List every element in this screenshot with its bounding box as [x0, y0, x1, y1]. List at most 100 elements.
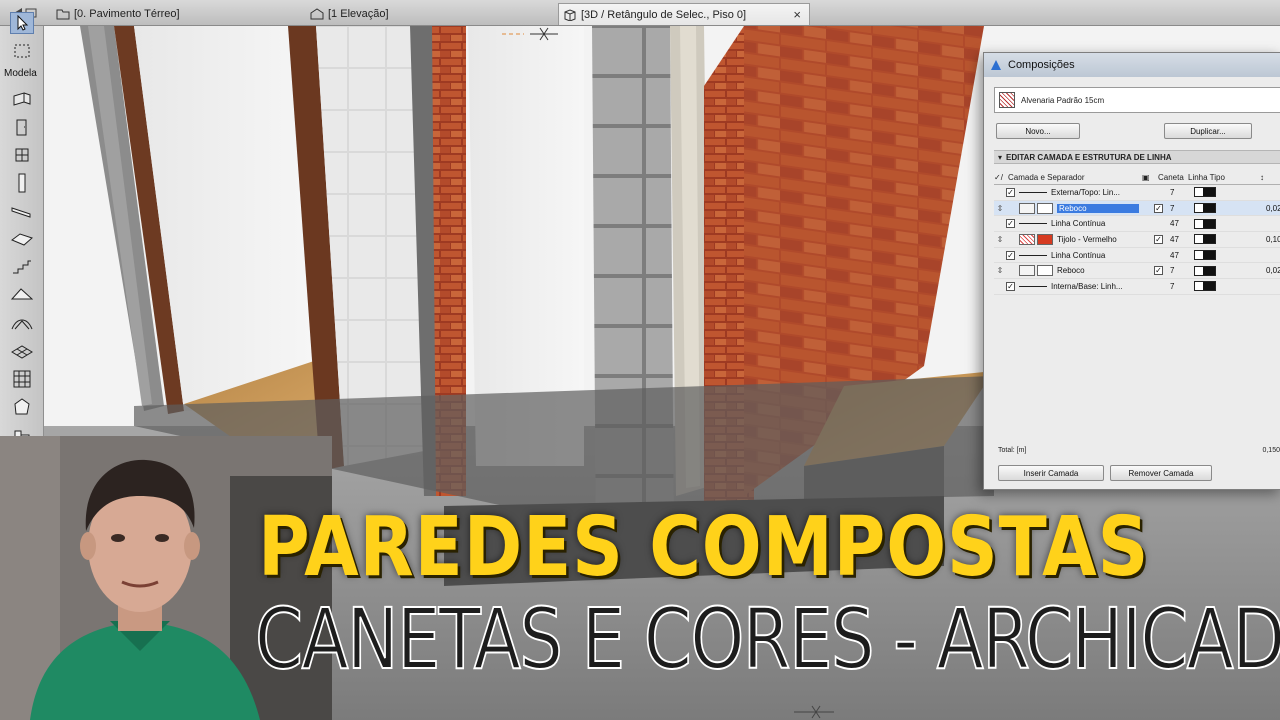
- layer-visible-checkbox[interactable]: ✓: [1006, 187, 1015, 197]
- insert-layer-button[interactable]: Inserir Camada: [998, 465, 1104, 481]
- line-type-swatch[interactable]: [1194, 265, 1216, 276]
- layer-thickness[interactable]: 0,025: [1266, 204, 1280, 213]
- layer-pen[interactable]: 47: [1170, 235, 1179, 244]
- color-swatch[interactable]: [1037, 265, 1053, 277]
- fill-swatch[interactable]: [1019, 202, 1035, 214]
- roof-tool-icon[interactable]: [10, 284, 34, 306]
- tab-elevation-label: [1 Elevação]: [328, 8, 389, 20]
- curtain-wall-tool-icon[interactable]: [10, 368, 34, 390]
- layer-row[interactable]: ✓ Linha Contínua 47: [994, 216, 1280, 233]
- layer-visible-checkbox[interactable]: ✓: [1006, 250, 1015, 260]
- layer-pen-checkbox[interactable]: ✓: [1154, 234, 1163, 244]
- new-button[interactable]: Novo...: [996, 123, 1080, 139]
- shell-tool-icon[interactable]: [10, 312, 34, 334]
- layer-pen-checkbox[interactable]: ✓: [1154, 266, 1163, 276]
- visibility-column-icon: ✓/: [994, 173, 1003, 182]
- fill-swatch[interactable]: [1019, 233, 1035, 245]
- layer-row[interactable]: ⇕ Tijolo - Vermelho ✓ 47 0,100: [994, 232, 1280, 248]
- total-thickness-value: 0,150: [1262, 447, 1280, 454]
- layer-row[interactable]: ⇕ Reboco ✓ 7 0,025: [994, 263, 1280, 280]
- line-type-swatch[interactable]: [1194, 187, 1216, 198]
- layer-pen[interactable]: 47: [1170, 251, 1179, 260]
- layer-name: Tijolo - Vermelho: [1057, 234, 1117, 244]
- composite-name: Alvenaria Padrão 15cm: [1021, 95, 1105, 105]
- marquee-tool-icon[interactable]: [10, 40, 34, 62]
- video-subtitle: CANETAS E CORES - ARCHICAD: [254, 589, 1280, 689]
- thickness-column-icon: ↕: [1260, 173, 1264, 182]
- separator-line-icon: [1019, 285, 1047, 287]
- column-header-layer: Camada e Separador: [1008, 173, 1085, 182]
- column-tool-icon[interactable]: [10, 172, 34, 194]
- composite-hatch-swatch: [999, 92, 1015, 108]
- tab-floor-plan[interactable]: [0. Pavimento Térreo]: [52, 3, 300, 25]
- fill-swatch[interactable]: [1019, 265, 1035, 277]
- dialog-titlebar[interactable]: Composições: [984, 53, 1280, 77]
- line-type-swatch[interactable]: [1194, 250, 1216, 261]
- tab-3d-view-label: [3D / Retângulo de Selec., Piso 0]: [581, 8, 747, 21]
- line-type-swatch[interactable]: [1194, 203, 1216, 214]
- pen-column-icon: ▣: [1142, 173, 1150, 182]
- layer-thickness[interactable]: 0,025: [1266, 266, 1280, 275]
- window-tool-icon[interactable]: [10, 144, 34, 166]
- drag-handle-icon[interactable]: ⇕: [994, 235, 1006, 244]
- floor-plan-icon: [56, 9, 70, 20]
- separator-line-icon: [1019, 191, 1047, 193]
- layer-thickness[interactable]: 0,100: [1266, 235, 1280, 244]
- morph-tool-icon[interactable]: [10, 396, 34, 418]
- layer-visible-checkbox[interactable]: ✓: [1006, 219, 1015, 229]
- layer-name: Reboco: [1057, 203, 1139, 213]
- color-swatch[interactable]: [1037, 202, 1053, 214]
- mesh-tool-icon[interactable]: [10, 340, 34, 362]
- layer-pen[interactable]: 7: [1170, 204, 1174, 213]
- video-title: PAREDES COMPOSTAS: [258, 500, 1150, 595]
- layer-row[interactable]: ⇕ Reboco ✓ 7 0,025: [994, 200, 1280, 217]
- archicad-app-icon: [991, 60, 1001, 70]
- dialog-title: Composições: [1008, 59, 1075, 71]
- color-swatch[interactable]: [1037, 233, 1053, 245]
- 3d-view-icon: [564, 8, 576, 21]
- layer-name: Reboco: [1057, 266, 1085, 276]
- separator-line-icon: [1019, 254, 1047, 256]
- separator-line-icon: [1019, 223, 1047, 225]
- compositions-dialog: Composições Alvenaria Padrão 15cm Novo..…: [983, 52, 1280, 490]
- line-type-swatch[interactable]: [1194, 218, 1216, 229]
- layer-section-header[interactable]: ▾ EDITAR CAMADA E ESTRUTURA DE LINHA: [994, 150, 1280, 164]
- toolbox-section-label: Modela: [4, 68, 37, 79]
- wall-tool-icon[interactable]: [10, 88, 34, 110]
- layer-pen[interactable]: 7: [1170, 282, 1174, 291]
- stair-tool-icon[interactable]: [10, 256, 34, 278]
- layer-name: Interna/Base: Linh...: [1051, 281, 1123, 291]
- drag-handle-icon[interactable]: ⇕: [994, 204, 1006, 213]
- layer-table: ✓/ Camada e Separador ▣ Caneta Linha Tip…: [994, 171, 1280, 295]
- layer-pen[interactable]: 7: [1170, 266, 1174, 275]
- layer-pen[interactable]: 7: [1170, 188, 1174, 197]
- layer-name: Externa/Topo: Lin...: [1051, 187, 1120, 197]
- line-type-swatch[interactable]: [1194, 234, 1216, 245]
- layer-pen-checkbox[interactable]: ✓: [1154, 203, 1163, 213]
- beam-tool-icon[interactable]: [10, 200, 34, 222]
- close-tab-icon[interactable]: ×: [793, 7, 801, 22]
- tab-elevation[interactable]: [1 Elevação]: [306, 3, 556, 25]
- elevation-icon: [310, 8, 324, 20]
- layer-row[interactable]: ✓ Externa/Topo: Lin... 7: [994, 185, 1280, 201]
- layer-name: Linha Contínua: [1051, 219, 1106, 229]
- layer-visible-checkbox[interactable]: ✓: [1006, 281, 1015, 291]
- slab-tool-icon[interactable]: [10, 228, 34, 250]
- toolbox: Modela: [0, 12, 44, 446]
- composite-selector[interactable]: Alvenaria Padrão 15cm: [994, 87, 1280, 113]
- tab-floor-plan-label: [0. Pavimento Térreo]: [74, 8, 180, 20]
- layer-row[interactable]: ✓ Linha Contínua 47: [994, 248, 1280, 264]
- layer-pen[interactable]: 47: [1170, 219, 1179, 228]
- remove-layer-button[interactable]: Remover Camada: [1110, 465, 1212, 481]
- layer-row[interactable]: ✓ Interna/Base: Linh... 7: [994, 279, 1280, 295]
- collapse-arrow-icon: ▾: [998, 152, 1003, 162]
- tab-3d-view[interactable]: [3D / Retângulo de Selec., Piso 0] ×: [558, 3, 810, 25]
- layer-table-header: ✓/ Camada e Separador ▣ Caneta Linha Tip…: [994, 171, 1280, 185]
- view-tab-bar: [0. Pavimento Térreo] [1 Elevação] [3D /…: [0, 0, 1280, 26]
- column-header-line-type: Linha Tipo: [1188, 173, 1225, 182]
- door-tool-icon[interactable]: [10, 116, 34, 138]
- duplicate-button[interactable]: Duplicar...: [1164, 123, 1252, 139]
- line-type-swatch[interactable]: [1194, 281, 1216, 292]
- arrow-tool-icon[interactable]: [10, 12, 34, 34]
- drag-handle-icon[interactable]: ⇕: [994, 266, 1006, 275]
